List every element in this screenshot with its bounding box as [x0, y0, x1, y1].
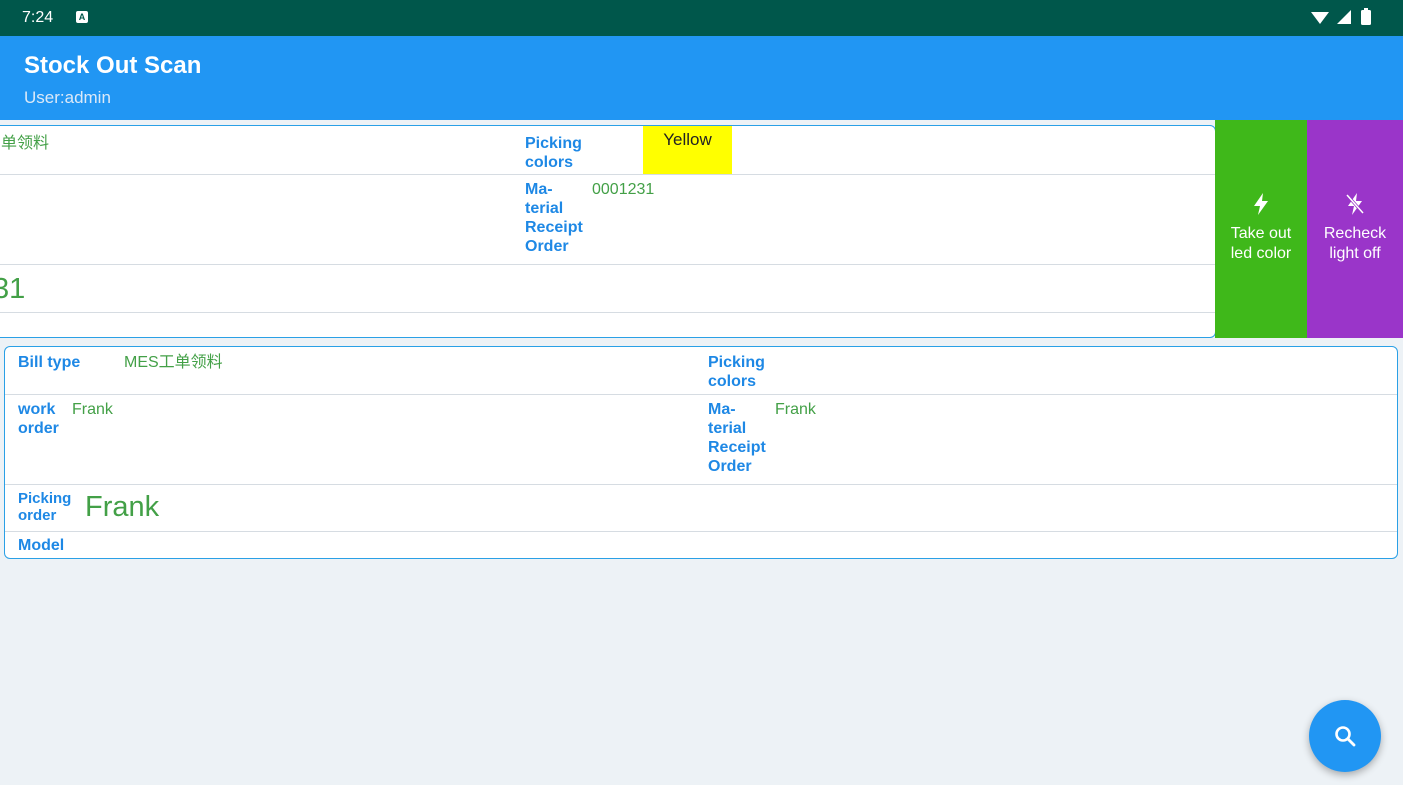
model-label: Model [18, 537, 65, 554]
flash-icon [1254, 193, 1268, 215]
card-row-model: Model [5, 531, 1397, 558]
picking-order-value: 31 [0, 273, 26, 305]
card-row-bill-type: Bill type MES工单领料 Picking colors [5, 347, 1397, 395]
receipt-order-value: Frank [775, 401, 816, 418]
picking-colors-label: Picking colors [525, 135, 582, 171]
bill-type-value: MES工单领料 [124, 354, 223, 371]
work-order-value: Frank [72, 401, 113, 418]
bill-type-label: Bill type [18, 354, 81, 371]
app-bar: Stock Out Scan User:admin [0, 36, 1403, 120]
picking-order-value: Frank [85, 491, 160, 523]
card-row-receipt: Ma- terial Receipt Order 0001231 [0, 174, 1215, 265]
take-out-led-color-button[interactable]: Take out led color [1215, 120, 1307, 338]
status-time: 7:24 [22, 9, 54, 26]
system-status-icons [1311, 8, 1385, 33]
recheck-light-off-button[interactable]: Recheck light off [1307, 120, 1403, 338]
receipt-order-label: Ma- terial Receipt Order [708, 400, 778, 476]
status-bar: 7:24 A [0, 0, 1403, 36]
picking-order-label: Picking order [18, 490, 72, 524]
receipt-order-value: 0001231 [592, 181, 655, 198]
user-label: User:admin [24, 88, 111, 107]
wifi-signal-battery-icon [1311, 8, 1371, 25]
receipt-label-text: Ma- terial Receipt Order [708, 401, 766, 475]
work-order-label: work order [18, 401, 59, 437]
notification-icon: A [76, 11, 88, 23]
bill-type-value: 单领料 [1, 135, 50, 152]
receipt-order-label: Ma- terial Receipt Order [525, 180, 595, 256]
take-out-label: Take out led color [1230, 225, 1292, 262]
recheck-label: Recheck light off [1323, 225, 1387, 262]
search-icon [1335, 726, 1356, 747]
page-title: Stock Out Scan [24, 52, 202, 79]
receipt-label-text: Ma- terial Receipt Order [525, 181, 583, 255]
card-row-bill-type: 单领料 Picking colors Yellow [0, 126, 1215, 175]
picking-color-swatch: Yellow [643, 126, 732, 174]
picking-colors-label: Picking colors [708, 354, 765, 390]
card-row-picking-order: 31 [0, 264, 1215, 313]
card-row-picking-order: Picking order Frank [5, 484, 1397, 532]
order-card[interactable]: Bill type MES工单领料 Picking colors work or… [4, 346, 1398, 559]
card-row-work-order: work order Frank Ma- terial Receipt Orde… [5, 394, 1397, 485]
flash-off-icon [1345, 193, 1365, 215]
order-card-swiped[interactable]: 单领料 Picking colors Yellow Ma- terial Rec… [0, 125, 1216, 338]
card-row-model [0, 312, 1215, 337]
search-fab-button[interactable] [1309, 700, 1381, 772]
